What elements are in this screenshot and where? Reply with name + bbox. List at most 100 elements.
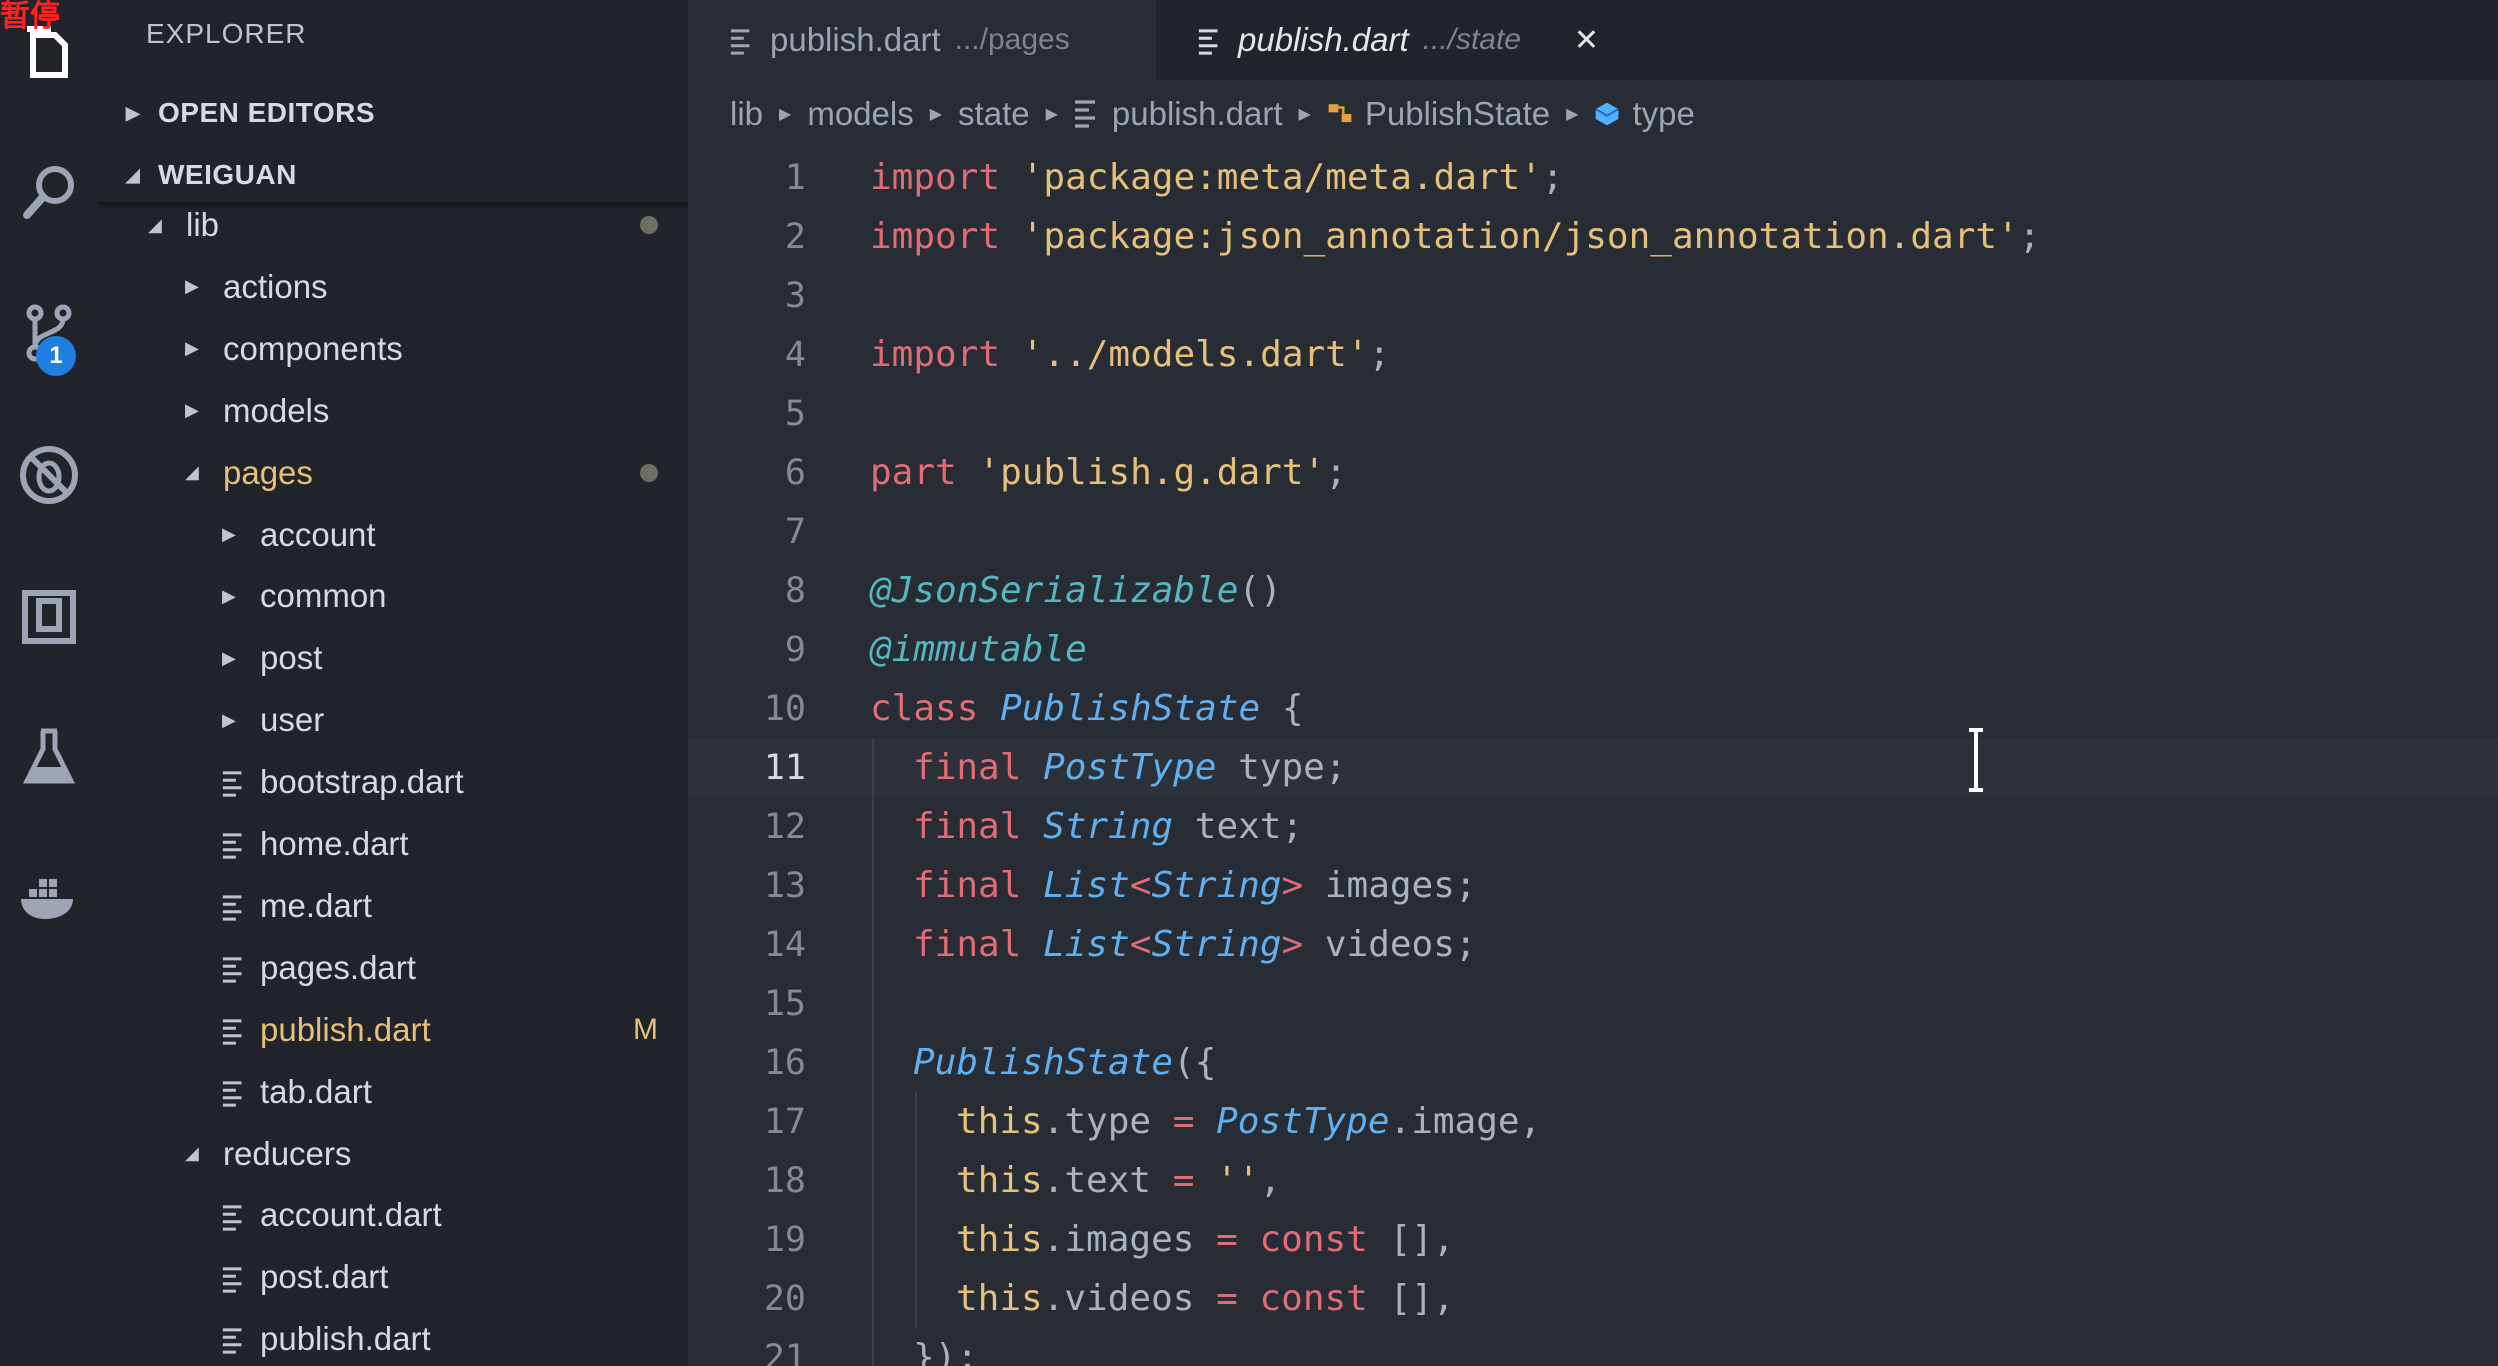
tree-label: post.dart (260, 1258, 389, 1296)
flask-icon[interactable] (0, 708, 98, 806)
breadcrumb-state[interactable]: state (958, 95, 1030, 133)
debug-icon[interactable] (0, 426, 98, 524)
tree-file[interactable]: tab.dart (98, 1061, 688, 1123)
tree-file[interactable]: pages.dart (98, 937, 688, 999)
tree-folder[interactable]: ▶ account (98, 504, 688, 566)
code-token: , (1259, 1160, 1282, 1201)
code-line: 11 final PostType type; (688, 738, 2498, 797)
tree-folder[interactable]: ▶ post (98, 627, 688, 689)
breadcrumb: lib ▶ models ▶ state ▶ publish.dart ▶ Pu… (688, 80, 2498, 148)
chevron-down-icon: ◢ (185, 1143, 199, 1163)
code-line: 12 final String text; (688, 797, 2498, 856)
open-editors-section[interactable]: ▶ OPEN EDITORS (98, 84, 688, 142)
close-icon[interactable]: ✕ (1574, 23, 1599, 58)
code-text: @immutable (870, 629, 1087, 670)
tree-file[interactable]: post.dart (98, 1246, 688, 1308)
chevron-right-icon: ▶ (125, 102, 141, 123)
code-token: .type (1042, 1101, 1173, 1142)
tree-file[interactable]: publish.dart M (98, 999, 688, 1061)
tree-folder[interactable]: ▶ components (98, 318, 688, 380)
tree-folder[interactable]: ▶ user (98, 689, 688, 751)
search-icon[interactable] (0, 144, 98, 242)
breadcrumb-field[interactable]: type (1594, 95, 1695, 133)
extensions-icon[interactable] (0, 568, 98, 666)
code-editor[interactable]: 1 import 'package:meta/meta.dart'; 2 import… (688, 148, 2498, 1366)
docker-icon[interactable] (0, 848, 98, 946)
line-number: 7 (784, 511, 806, 552)
tree-file[interactable]: account.dart (98, 1184, 688, 1246)
code-line: 21}); (688, 1328, 2498, 1366)
indent-guide (915, 1269, 917, 1328)
code-text: this.type = PostType.image, (956, 1101, 1541, 1142)
tree-label: lib (186, 206, 220, 243)
tree-folder[interactable]: ◢ reducers (98, 1123, 688, 1185)
tree-file[interactable]: bootstrap.dart (98, 751, 688, 813)
code-token: part (870, 452, 957, 493)
breadcrumb-file[interactable]: publish.dart (1074, 95, 1283, 133)
file-lines-icon (222, 1073, 252, 1111)
code-token: [], (1367, 1278, 1455, 1319)
code-token: = (1216, 1278, 1238, 1319)
code-token: import (870, 157, 1001, 198)
tree-folder[interactable]: ◢ lib (98, 194, 688, 256)
chevron-right-icon: ▶ (222, 524, 236, 544)
chevron-right-icon: ▶ (185, 400, 199, 421)
chevron-right-icon: ▶ (1298, 106, 1311, 123)
activity-bar: 暂停 1 (0, 0, 98, 1366)
code-line: 6 part 'publish.g.dart'; (688, 443, 2498, 502)
code-line: 18 this.text = '', (688, 1151, 2498, 1210)
breadcrumb-lib[interactable]: lib (730, 95, 763, 133)
code-line: 13 final List<String> images; (688, 856, 2498, 915)
code-token: '' (1216, 1160, 1260, 1201)
tree-file[interactable]: home.dart (98, 813, 688, 875)
breadcrumb-class[interactable]: PublishState (1327, 95, 1550, 133)
code-token: text; (1173, 806, 1304, 847)
tree-file[interactable]: publish.dart (98, 1308, 688, 1366)
line-number: 1 (784, 157, 806, 198)
tree-file[interactable]: me.dart (98, 875, 688, 937)
tree-folder[interactable]: ▶ common (98, 565, 688, 627)
code-token: PublishState (1000, 688, 1261, 729)
code-line: 3 (688, 266, 2498, 325)
code-text: @JsonSerializable() (870, 570, 1282, 611)
code-token: List (1043, 924, 1130, 965)
chevron-down-icon: ◢ (148, 214, 162, 235)
tab-publish-state[interactable]: publish.dart .../state ✕ (1156, 0, 1621, 80)
breadcrumb-models[interactable]: models (807, 95, 913, 133)
chevron-right-icon: ▶ (1566, 106, 1579, 123)
tree-folder[interactable]: ▶ actions (98, 256, 688, 318)
code-token: type; (1216, 747, 1347, 788)
tree-label: publish.dart (260, 1320, 431, 1358)
tree-label: me.dart (260, 886, 372, 924)
indent-guide (872, 1151, 874, 1210)
tree-label: components (223, 329, 403, 367)
crumb-label: type (1632, 95, 1695, 132)
code-line: 16 PublishState({ (688, 1033, 2498, 1092)
code-token: const (1259, 1219, 1368, 1260)
code-line: 8 @JsonSerializable() (688, 561, 2498, 620)
code-token: images; (1303, 865, 1477, 906)
tab-publish-pages[interactable]: publish.dart .../pages (688, 0, 1156, 80)
code-token: < (1129, 924, 1152, 965)
tree-folder[interactable]: ◢ pages (98, 442, 688, 504)
code-token: this (956, 1219, 1043, 1260)
code-token: PublishState (913, 1042, 1174, 1083)
tree-folder[interactable]: ▶ models (98, 380, 688, 442)
line-number: 16 (763, 1042, 806, 1083)
indent-guide (872, 1269, 874, 1328)
line-number: 11 (763, 747, 806, 788)
code-token: final (913, 924, 1022, 965)
editor-area: publish.dart .../pages publish.dart .../… (688, 0, 2498, 1366)
chevron-right-icon: ▶ (222, 647, 236, 668)
chevron-down-icon: ◢ (125, 164, 141, 185)
code-token: import (870, 334, 1001, 375)
